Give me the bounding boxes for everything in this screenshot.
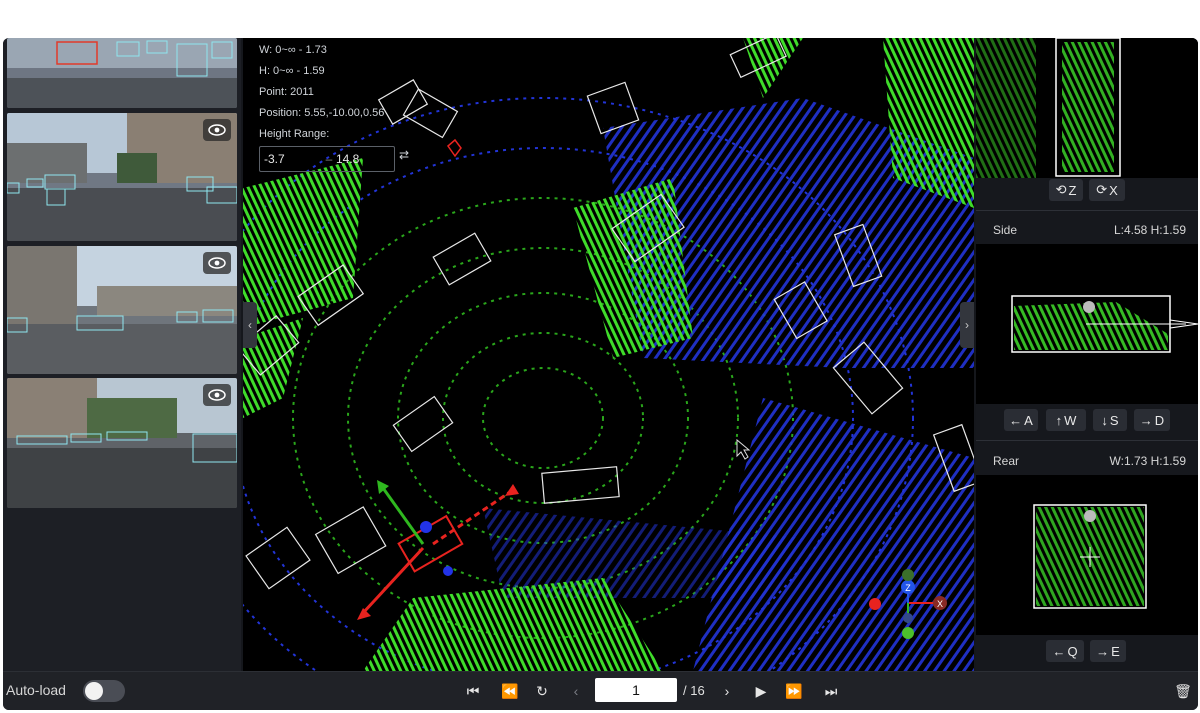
fast-forward-icon[interactable]: ⏩	[784, 681, 804, 701]
trash-icon[interactable]: 🗑	[1173, 681, 1193, 701]
move-a-button[interactable]: ← A	[1004, 409, 1038, 431]
next-icon[interactable]: ›	[717, 681, 737, 701]
height-min-input[interactable]: -3.7	[260, 152, 322, 166]
rotate-q-button[interactable]: ← Q	[1046, 640, 1084, 662]
camera-view-2[interactable]	[7, 113, 237, 241]
eye-icon[interactable]	[203, 384, 231, 406]
hud-width: W: 0~∞ - 1.73	[259, 44, 327, 56]
side-view-title: Side	[993, 223, 1018, 237]
height-range-input[interactable]: -3.7 – 14.8	[259, 146, 395, 172]
divider	[976, 440, 1198, 441]
last-frame-icon[interactable]: ⏭	[821, 681, 841, 701]
views-panel: ⟲ Z ⟳ X Side L:4.58 H:1.59 ← A ↑ W ↓ S → D Rea…	[976, 38, 1198, 671]
arrow-left-icon: ←	[1009, 412, 1023, 428]
move-s-label: S	[1109, 412, 1119, 428]
autoload-toggle[interactable]	[83, 680, 125, 702]
move-w-label: W	[1064, 412, 1077, 428]
svg-text:Z: Z	[905, 583, 911, 593]
first-frame-icon[interactable]: ⏮	[463, 681, 483, 701]
svg-text:X: X	[937, 599, 943, 609]
arrow-left-icon: ←	[1052, 643, 1066, 659]
camera-view-1[interactable]	[7, 38, 237, 108]
height-max-input[interactable]: 14.8	[336, 152, 378, 166]
side-view-dims: L:4.58 H:1.59	[1113, 223, 1186, 237]
frame-input[interactable]: 1	[595, 678, 677, 702]
chevron-right-icon[interactable]: ›	[960, 302, 974, 348]
chevron-left-icon[interactable]: ‹	[243, 302, 257, 348]
rotate-e-button[interactable]: → E	[1090, 640, 1126, 662]
rotate-x-label: X	[1109, 182, 1118, 198]
rear-view-title: Rear	[993, 454, 1020, 468]
camera-view-4[interactable]	[7, 378, 237, 508]
rotate-icon: ⟲	[1055, 182, 1067, 197]
rotate-e-label: E	[1111, 643, 1120, 659]
hud-height: H: 0~∞ - 1.59	[259, 65, 325, 77]
swap-icon[interactable]: ⇄	[399, 148, 409, 162]
rear-view[interactable]	[976, 475, 1198, 635]
move-d-label: D	[1154, 412, 1165, 428]
eye-icon[interactable]	[203, 252, 231, 274]
rotate-x-button[interactable]: ⟳ X	[1089, 179, 1125, 201]
camera-panel	[3, 38, 241, 671]
playback-bar: Auto-load ⏮ ⏪ ↻ ‹ 1 / 16 › ▶ ⏩ ⏭ 🗑	[3, 671, 1198, 710]
top-view[interactable]	[976, 38, 1198, 178]
hud-info: W: 0~∞ - 1.73 H: 0~∞ - 1.59 Point: 2011 …	[259, 40, 384, 145]
replay-icon[interactable]: ↻	[532, 681, 552, 701]
divider	[976, 210, 1198, 211]
frame-total: / 16	[683, 683, 705, 698]
range-dash: –	[325, 152, 333, 166]
camera-view-3[interactable]	[7, 246, 237, 374]
rewind-icon[interactable]: ⏪	[500, 681, 520, 701]
play-icon[interactable]: ▶	[751, 681, 771, 701]
rotate-z-label: Z	[1068, 182, 1077, 198]
rear-view-dims: W:1.73 H:1.59	[1109, 454, 1187, 468]
move-w-button[interactable]: ↑ W	[1046, 409, 1086, 431]
rotate-z-button[interactable]: ⟲ Z	[1049, 179, 1083, 201]
cursor-icon	[736, 438, 751, 460]
hud-point: Point: 2011	[259, 86, 314, 98]
side-view[interactable]	[976, 244, 1198, 404]
annotation-app: Z X W: 0~∞ - 1.73 H: 0~∞ - 1.59 Point: 2…	[3, 38, 1198, 710]
rotate-q-label: Q	[1067, 643, 1078, 659]
arrow-up-icon: ↑	[1055, 412, 1063, 428]
arrow-right-icon: →	[1139, 412, 1153, 428]
rotate-icon: ⟳	[1096, 182, 1108, 197]
point-cloud-viewport[interactable]: Z X W: 0~∞ - 1.73 H: 0~∞ - 1.59 Point: 2…	[243, 38, 974, 671]
autoload-label: Auto-load	[6, 682, 66, 698]
toggle-knob	[85, 682, 103, 700]
hud-height-range-label: Height Range:	[259, 128, 330, 140]
move-a-label: A	[1024, 412, 1033, 428]
move-s-button[interactable]: ↓ S	[1093, 409, 1127, 431]
eye-icon[interactable]	[203, 119, 231, 141]
move-d-button[interactable]: → D	[1134, 409, 1170, 431]
arrow-down-icon: ↓	[1101, 412, 1108, 428]
hud-position: Position: 5.55,-10.00,0.56	[259, 107, 385, 119]
prev-icon[interactable]: ‹	[566, 681, 586, 701]
arrow-right-icon: →	[1096, 643, 1110, 659]
